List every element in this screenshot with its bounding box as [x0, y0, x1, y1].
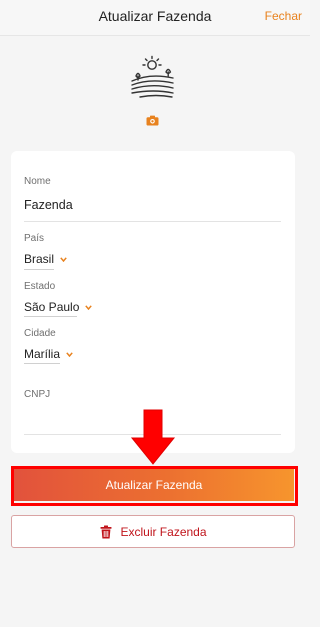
chevron-down-icon: [60, 256, 67, 262]
estado-underline: [24, 316, 77, 317]
estado-label: Estado: [24, 281, 56, 292]
pais-label: País: [24, 233, 45, 244]
cnpj-label: CNPJ: [24, 389, 51, 400]
camera-icon[interactable]: [146, 115, 159, 126]
down-arrow-icon: [130, 409, 176, 465]
cidade-underline: [24, 363, 60, 364]
header: Atualizar Fazenda Fechar: [0, 0, 310, 36]
pais-value: Brasil: [24, 252, 55, 266]
estado-select[interactable]: São Paulo: [24, 300, 93, 314]
update-farm-button[interactable]: Atualizar Fazenda: [14, 469, 294, 501]
estado-value: São Paulo: [24, 300, 80, 314]
pais-underline: [24, 269, 54, 270]
trash-icon: [100, 525, 112, 538]
pais-select[interactable]: Brasil: [24, 252, 67, 266]
nome-label: Nome: [24, 176, 51, 187]
page-title: Atualizar Fazenda: [98, 8, 212, 24]
delete-farm-button[interactable]: Excluir Fazenda: [11, 515, 295, 548]
nome-field[interactable]: Fazenda: [24, 198, 73, 212]
chevron-down-icon: [66, 351, 73, 357]
delete-farm-label: Excluir Fazenda: [120, 524, 207, 539]
close-button[interactable]: Fechar: [265, 9, 302, 23]
cidade-value: Marília: [24, 347, 61, 361]
nome-underline: [24, 221, 281, 222]
chevron-down-icon: [85, 304, 93, 310]
cidade-label: Cidade: [24, 328, 56, 339]
cidade-select[interactable]: Marília: [24, 347, 73, 361]
farm-landscape-icon: [131, 55, 174, 98]
